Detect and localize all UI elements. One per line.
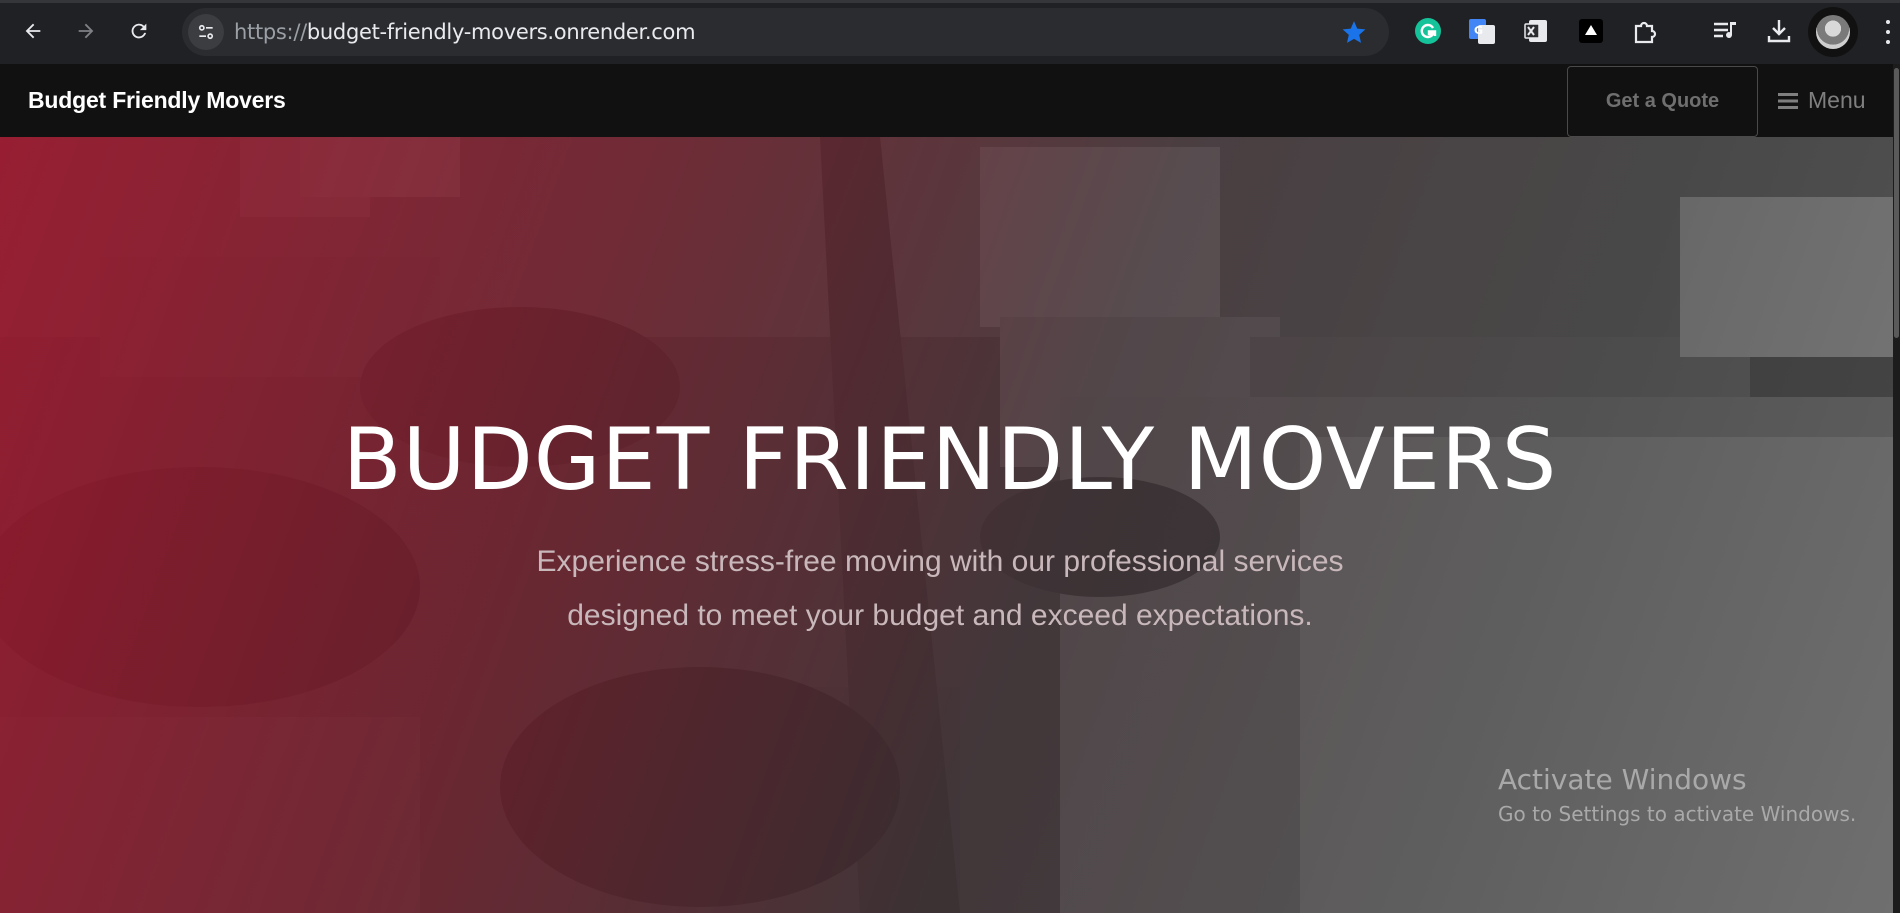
reload-icon	[131, 23, 147, 39]
menu-button[interactable]: Menu	[1778, 64, 1866, 137]
address-bar[interactable]: https://budget-friendly-movers.onrender.…	[182, 8, 1389, 56]
svg-text:G: G	[1474, 24, 1483, 37]
hero-subtitle-line-1: Experience stress-free moving with our p…	[536, 545, 1344, 578]
site-navbar: Budget Friendly Movers Get a Quote Menu	[0, 64, 1900, 137]
menu-label: Menu	[1808, 87, 1866, 113]
tune-icon	[198, 24, 214, 40]
site-info-button[interactable]	[188, 14, 224, 50]
page-scrollbar[interactable]	[1893, 64, 1900, 913]
forward-button[interactable]	[68, 13, 104, 49]
google-translate-icon[interactable]: G	[1468, 17, 1496, 45]
reading-list-icon[interactable]	[1711, 17, 1739, 45]
get-quote-button[interactable]: Get a Quote	[1567, 66, 1758, 137]
grammarly-icon[interactable]	[1414, 17, 1442, 45]
site-brand[interactable]: Budget Friendly Movers	[28, 64, 286, 137]
profile-avatar[interactable]	[1808, 7, 1858, 57]
avatar-image	[1816, 15, 1850, 49]
hero-subtitle-line-2: designed to meet your budget and exceed …	[567, 599, 1313, 632]
url-text[interactable]: https://budget-friendly-movers.onrender.…	[234, 8, 696, 56]
excel-extension-icon[interactable]	[1523, 17, 1551, 45]
browser-menu-icon[interactable]	[1880, 17, 1896, 47]
activate-windows-watermark: Activate Windows Go to Settings to activ…	[1498, 763, 1856, 826]
url-scheme: https://	[234, 20, 307, 44]
drive-extension-icon[interactable]	[1577, 17, 1605, 45]
download-icon[interactable]	[1765, 17, 1793, 45]
scrollbar-thumb[interactable]	[1894, 68, 1899, 338]
browser-toolbar: https://budget-friendly-movers.onrender.…	[0, 0, 1900, 64]
activate-windows-title: Activate Windows	[1498, 763, 1747, 796]
reload-button[interactable]	[121, 13, 157, 49]
puzzle-extensions-icon[interactable]	[1631, 17, 1659, 45]
hero-title: BUDGET FRIENDLY MOVERS	[342, 410, 1558, 510]
forward-arrow-icon	[78, 23, 94, 39]
bookmark-star-icon[interactable]	[1341, 19, 1367, 45]
url-host: budget-friendly-movers.onrender.com	[306, 20, 696, 44]
activate-windows-subtitle: Go to Settings to activate Windows.	[1498, 802, 1857, 826]
hero-subtitle: Experience stress-free moving with our p…	[440, 535, 1440, 643]
back-arrow-icon	[25, 23, 41, 39]
hamburger-icon	[1778, 92, 1798, 109]
back-button[interactable]	[15, 13, 51, 49]
